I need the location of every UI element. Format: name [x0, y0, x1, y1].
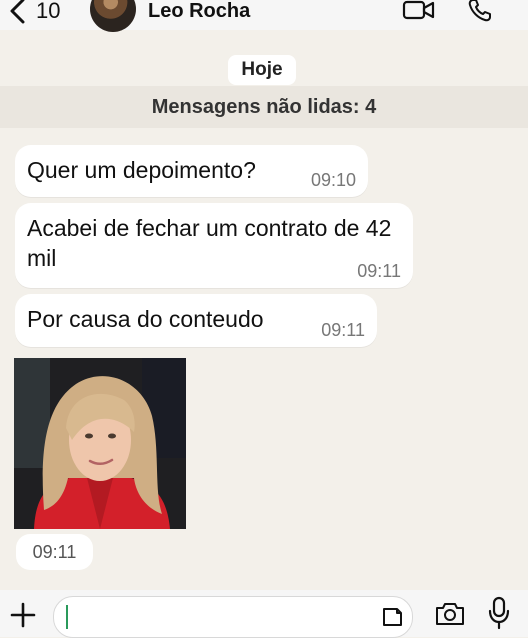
message-input[interactable]	[53, 596, 413, 638]
video-call-icon[interactable]	[402, 0, 436, 24]
message-text: Por causa do conteudo	[27, 306, 264, 332]
camera-icon[interactable]	[434, 601, 466, 627]
sticker-icon[interactable]	[380, 605, 404, 629]
avatar[interactable]	[90, 0, 136, 32]
mic-icon[interactable]	[488, 596, 510, 630]
chevron-left-icon	[10, 0, 25, 24]
sticker-time: 09:11	[16, 534, 93, 570]
message-bubble[interactable]: Quer um depoimento? 09:10	[15, 145, 368, 197]
composer-bar	[0, 590, 528, 638]
contact-name[interactable]: Leo Rocha	[148, 0, 250, 23]
message-text: Quer um depoimento?	[27, 157, 256, 183]
date-chip: Hoje	[228, 55, 296, 85]
plus-icon[interactable]	[10, 602, 36, 628]
text-caret	[66, 605, 68, 629]
message-time: 09:11	[357, 261, 401, 281]
unread-messages-label: Mensagens não lidas: 4	[151, 95, 377, 118]
phone-icon[interactable]	[466, 0, 494, 24]
message-bubble[interactable]: Acabei de fechar um contrato de 42 mil 0…	[15, 203, 413, 288]
chat-header: 10 Leo Rocha	[0, 0, 528, 32]
message-time: 09:10	[310, 170, 356, 190]
message-text: Acabei de fechar um contrato de 42 mil	[27, 215, 392, 271]
sticker-illustration	[14, 358, 186, 529]
sticker-image[interactable]	[14, 358, 186, 529]
unread-messages-banner: Mensagens não lidas: 4	[0, 86, 528, 128]
sticker-time-label: 09:11	[32, 541, 77, 562]
message-bubble[interactable]: Por causa do conteudo 09:11	[15, 294, 377, 347]
back-button[interactable]: 10	[6, 0, 60, 28]
unread-count: 10	[36, 0, 61, 23]
message-time: 09:11	[321, 320, 365, 340]
